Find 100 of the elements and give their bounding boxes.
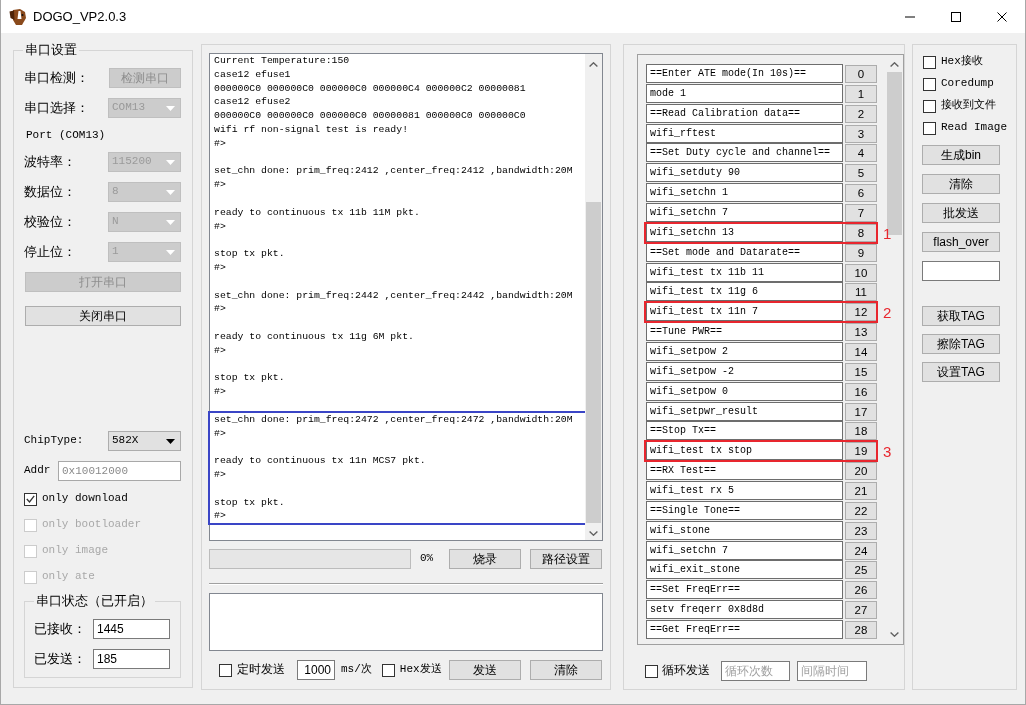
command-field[interactable]: wifi_exit_stone [646,560,843,580]
log-line: Current Temperature:150 [213,54,351,68]
command-send-button[interactable]: 21 [845,482,877,501]
burn-button[interactable]: 烧录 [449,549,521,569]
command-send-button[interactable]: 28 [845,621,877,640]
field-label: 已接收： [34,621,86,637]
command-send-button[interactable]: 25 [845,561,877,580]
command-field[interactable]: mode 1 [646,83,843,103]
scroll-down-icon [589,531,598,536]
command-field[interactable]: ==Read Calibration data== [646,103,843,123]
command-field[interactable]: wifi_test tx 11b 11 [646,262,843,282]
send-input[interactable] [209,593,603,651]
close-port-button[interactable]: 关闭串口 [25,306,181,326]
command-send-button[interactable]: 17 [845,402,877,421]
scrollbar[interactable] [585,54,602,540]
input-field[interactable]: 间隔时间 [797,661,867,681]
command-send-button[interactable]: 27 [845,601,877,620]
command-field[interactable]: wifi_setchn 7 [646,540,843,560]
command-field[interactable]: wifi_setpow 0 [646,381,843,401]
path-settings-button[interactable]: 路径设置 [530,549,602,569]
clear-button[interactable]: 清除 [530,660,602,680]
send-button[interactable]: 发送 [449,660,521,680]
checkbox[interactable] [923,99,936,113]
checkbox[interactable] [923,55,936,69]
command-field[interactable]: wifi_rftest [646,123,843,143]
command-field[interactable]: ==Enter ATE mode(In 10s)== [646,64,843,83]
command-send-button[interactable]: 15 [845,362,877,381]
tag-button[interactable]: 获取TAG [922,306,1000,326]
action-button[interactable]: flash_over [922,232,1000,252]
dropdown[interactable]: 582X [108,431,181,451]
checkbox[interactable] [219,663,232,677]
log-line: #> [213,343,227,358]
command-send-button[interactable]: 19 [845,442,877,461]
command-send-button[interactable]: 13 [845,323,877,342]
command-field[interactable]: wifi_setchn 7 [646,203,843,222]
command-field[interactable]: wifi_stone [646,520,843,540]
command-send-button[interactable]: 10 [845,263,877,282]
log-line: #> [213,302,227,317]
command-send-button[interactable]: 24 [845,541,877,560]
command-field[interactable]: wifi_setchn 1 [646,183,843,203]
unit-label: ms/次 [341,663,372,677]
command-field[interactable]: ==Set FreqErr== [646,580,843,600]
command-send-button[interactable]: 3 [845,124,877,143]
command-send-button[interactable]: 6 [845,184,877,203]
command-send-button[interactable]: 7 [845,204,877,222]
action-button[interactable]: 批发送 [922,203,1000,223]
checkbox[interactable] [381,663,395,677]
command-send-button[interactable]: 20 [845,462,877,481]
command-send-button[interactable]: 12 [845,303,877,322]
caret-icon [166,219,175,225]
scroll-thumb[interactable] [586,202,601,523]
checkbox[interactable] [645,664,658,678]
command-field[interactable]: wifi_setduty 90 [646,163,843,183]
command-send-button[interactable]: 23 [845,521,877,540]
checkbox[interactable] [923,121,936,135]
command-field[interactable]: ==Single Tone== [646,500,843,520]
command-field[interactable]: ==Get FreqErr== [646,620,843,640]
checkbox-label: Hex接收 [941,55,983,69]
command-send-button[interactable]: 14 [845,343,877,362]
command-field[interactable]: wifi_test rx 5 [646,481,843,501]
port-label: Port (COM13) [25,128,106,142]
checkbox[interactable] [24,492,37,506]
input-field[interactable] [922,261,1000,281]
log-line: #> [213,426,227,441]
command-send-button[interactable]: 22 [845,501,877,520]
annotation-number: 1 [883,225,892,242]
log-line: ready to continuous tx 11b 11M pkt. [213,205,421,220]
tag-button[interactable]: 设置TAG [922,362,1000,382]
command-field[interactable]: wifi_setpow -2 [646,361,843,381]
command-send-button[interactable]: 18 [845,422,877,441]
log-line: case12 efuse2 [213,95,292,110]
command-field[interactable]: wifi_setpwr_result [646,401,843,421]
interval-field[interactable]: 1000 [297,660,335,680]
group-title: 串口状态（已开启） [34,594,155,608]
command-send-button[interactable]: 2 [845,104,877,123]
command-field[interactable]: setv freqerr 0x8d8d [646,600,843,620]
command-send-button[interactable]: 26 [845,581,877,600]
counter-field[interactable]: 1445 [93,619,170,639]
command-send-button[interactable]: 11 [845,283,877,302]
tag-button[interactable]: 擦除TAG [922,334,1000,354]
log-line: #> [213,509,227,524]
caret-icon [166,438,175,444]
action-button[interactable]: 清除 [922,174,1000,194]
scroll-up-icon [589,62,598,67]
command-field[interactable]: ==Set Duty cycle and channel== [646,143,843,163]
command-send-button[interactable]: 0 [845,65,877,83]
counter-field[interactable]: 185 [93,649,170,669]
action-button[interactable]: 生成bin [922,145,1000,165]
log-line: #> [213,260,227,275]
command-send-button[interactable]: 1 [845,84,877,103]
checkmark-icon [26,495,35,503]
command-send-button[interactable]: 16 [845,382,877,401]
command-field[interactable]: ==Stop Tx== [646,421,843,441]
command-field[interactable]: wifi_setpow 2 [646,342,843,362]
checkbox[interactable] [923,77,936,91]
command-send-button[interactable]: 4 [845,144,877,163]
input-field[interactable]: 循环次数 [721,661,790,681]
command-send-button[interactable]: 5 [845,164,877,183]
command-field[interactable]: wifi_test tx 11g 6 [646,282,843,302]
field-label: Addr [24,464,51,478]
